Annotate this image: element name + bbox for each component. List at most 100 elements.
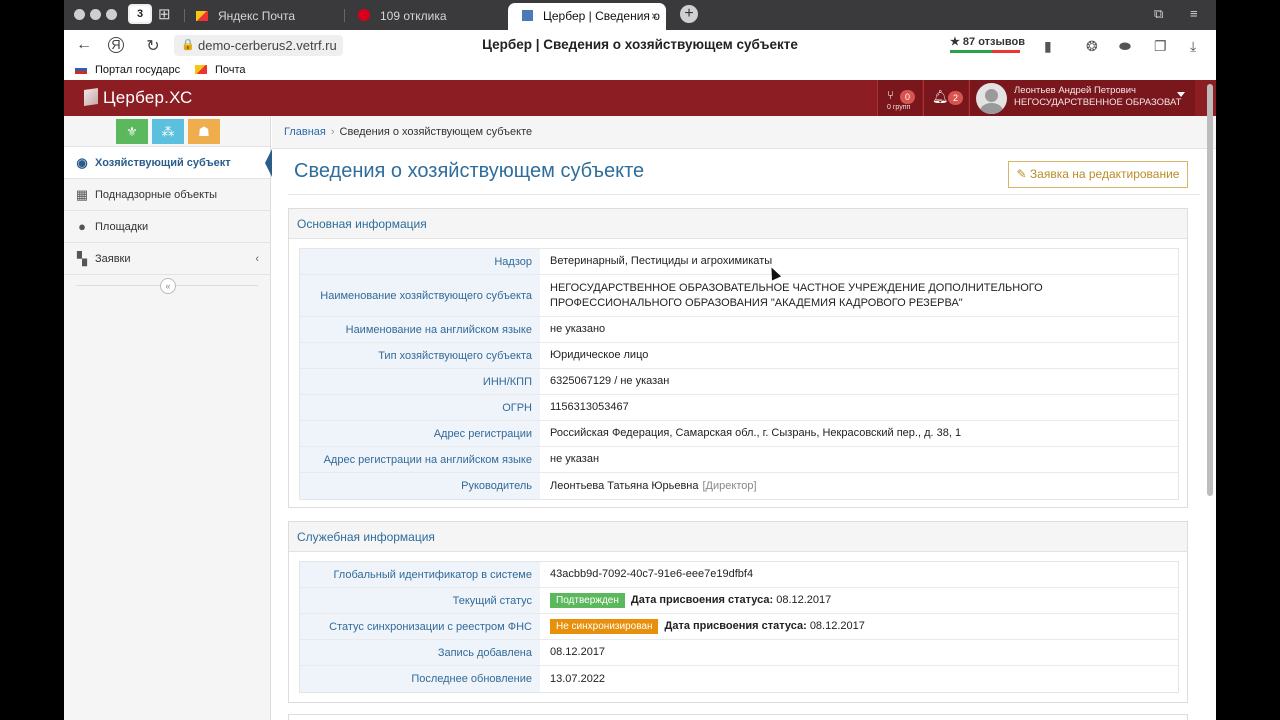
row-value: не указан <box>550 453 600 465</box>
sidebar-item-label: Хозяйствующий субъект <box>95 157 231 169</box>
row-value: Российская Федерация, Самарская обл., г.… <box>550 427 962 439</box>
row-label: Статус синхронизации с реестром ФНС <box>300 614 540 639</box>
status-date: Дата присвоения статуса: 08.12.2017 <box>631 593 831 608</box>
notifications-count-badge: 2 <box>948 91 964 105</box>
groups-button[interactable]: ⑂ 0 0 групп <box>877 80 922 116</box>
info-row: Адрес регистрации Российская Федерация, С… <box>300 421 1178 447</box>
info-row: Глобальный идентификатор в системе 43acbb… <box>300 562 1178 588</box>
info-row: Руководитель Леонтьева Татьяна Юрьевна [Ди… <box>300 473 1178 499</box>
bookmark-icon[interactable]: ▮ <box>1044 38 1052 55</box>
sync-date: Дата присвоения статуса: 08.12.2017 <box>664 619 864 634</box>
mail-icon <box>195 65 207 74</box>
sidebar-item-label: Поднадзорные объекты <box>95 189 218 201</box>
notifications-button[interactable]: 🔔︎ 2 <box>923 80 968 116</box>
bookmark-mail[interactable]: Почта <box>195 64 246 76</box>
status-date-label: Дата присвоения статуса: <box>630 594 774 606</box>
sidebar-shortcuts: ⚜ ⁂ ☗ <box>64 116 270 147</box>
url-text: demo-cerberus2.vetrf.ru <box>198 38 337 53</box>
info-row: Надзор Ветеринарный, Пестициды и агрохими… <box>300 249 1178 275</box>
extension-icon[interactable]: ❂ <box>1086 38 1098 55</box>
info-row: Текущий статус Подтвержден Дата присвоения… <box>300 588 1178 614</box>
tab-yandex-mail[interactable]: Яндекс Почта <box>182 3 342 30</box>
row-label: Текущий статус <box>300 588 540 613</box>
edit-icon: ✎ <box>1016 167 1030 181</box>
main-info-table: Надзор Ветеринарный, Пестициды и агрохими… <box>299 248 1179 500</box>
tab-label: Яндекс Почта <box>218 9 296 23</box>
user-name: Леонтьев Андрей Петрович <box>1014 85 1136 96</box>
sync-status-badge: Не синхронизирован <box>550 619 659 634</box>
bookmark-label: Портал государс <box>95 64 181 76</box>
window-maximize-dot[interactable] <box>106 9 117 20</box>
users-button[interactable]: ☗ <box>188 119 220 144</box>
main-content: Главная › Сведения о хозяйствующем субъект… <box>272 116 1216 720</box>
download-icon[interactable]: ⤓ <box>1190 38 1196 55</box>
row-value: НЕГОСУДАРСТВЕННОЕ ОБРАЗОВАТЕЛЬНОЕ ЧАСТНО… <box>550 281 1043 309</box>
edit-request-button[interactable]: ✎ Заявка на редактирование <box>1008 161 1188 188</box>
reviews-badge[interactable]: ★ 87 отзывов <box>950 35 1025 53</box>
breadcrumb: Главная › Сведения о хозяйствующем субъект… <box>272 116 1216 149</box>
browser-window: 3 ⊞ Яндекс Почта 109 отклика Цербер | Св… <box>64 0 1216 720</box>
shield-extension-icon[interactable]: ⬬ <box>1119 38 1131 55</box>
emblem-button[interactable]: ⚜ <box>116 119 148 144</box>
added-value: 08.12.2017 <box>550 646 606 658</box>
tab-cerberus[interactable]: Цербер | Сведения о × <box>508 3 666 30</box>
sidebar-item-sites[interactable]: ● Площадки <box>64 211 270 243</box>
cerberus-favicon-icon <box>522 10 533 21</box>
chevron-left-icon: ‹ <box>255 253 259 265</box>
breadcrumb-current: Сведения о хозяйствующем субъекте <box>339 126 533 138</box>
sidebar-collapse: « <box>64 275 270 297</box>
fork-icon: ⑂ <box>887 88 895 102</box>
row-label: Наименование на английском языке <box>300 317 540 342</box>
address-bar: ← Я ↻ 🔒 demo-cerberus2.vetrf.ru Цербер | … <box>64 30 1216 62</box>
add-folder-icon[interactable]: ⊞ <box>158 5 171 23</box>
reviews-bar <box>950 50 1020 53</box>
caret-down-icon <box>1177 92 1185 97</box>
info-row: ОГРН 1156313053467 <box>300 395 1178 421</box>
tabs-overview-icon[interactable]: ⧉ <box>1154 6 1163 22</box>
info-row: Тип хозяйствующего субъекта Юридическое л… <box>300 343 1178 369</box>
app-header: Цербер.ХС ⑂ 0 0 групп 🔔︎ 2 Леонтьев Андр… <box>64 80 1216 116</box>
row-label: Адрес регистрации <box>300 421 540 446</box>
tab-counter-icon[interactable]: 3 <box>128 4 152 24</box>
status-badge: Подтвержден <box>550 593 625 608</box>
collapse-sidebar-button[interactable]: « <box>160 278 176 294</box>
user-info: Леонтьев Андрей Петрович НЕГОСУДАРСТВЕНН… <box>1014 85 1181 109</box>
new-tab-button[interactable]: + <box>680 5 698 23</box>
sidebar-item-entity[interactable]: ◉ Хозяйствующий субъект <box>64 147 272 179</box>
guid-value: 43acbb9d-7092-40c7-91e6-eee7e19dfbf4 <box>550 568 754 580</box>
hh-favicon-icon <box>358 9 370 21</box>
row-label: ИНН/КПП <box>300 369 540 394</box>
row-label: Наименование хозяйствующего субъекта <box>300 275 540 316</box>
back-icon[interactable]: ← <box>74 36 94 54</box>
person-icon: ◉ <box>76 155 88 170</box>
url-field[interactable]: 🔒 demo-cerberus2.vetrf.ru <box>174 35 343 56</box>
tab-hh[interactable]: 109 отклика <box>344 3 504 30</box>
page-scrollbar[interactable] <box>1207 84 1213 496</box>
row-value: не указано <box>550 323 606 335</box>
sidebar: ⚜ ⁂ ☗ ◉ Хозяйствующий субъект ▦ Поднадзорн… <box>64 116 272 720</box>
row-value: Не синхронизирован Дата присвоения статус… <box>540 614 1178 639</box>
reload-icon[interactable]: ↻ <box>143 36 163 56</box>
building-icon: ▦ <box>75 187 89 202</box>
info-row: Статус синхронизации с реестром ФНС Не си… <box>300 614 1178 640</box>
app-logo[interactable]: Цербер.ХС <box>84 88 193 108</box>
bookmark-gosuslugi[interactable]: Портал государс <box>75 64 180 76</box>
info-row: Запись добавлена 08.12.2017 <box>300 640 1178 666</box>
groups-count-badge: 0 <box>900 90 916 104</box>
row-label: Тип хозяйствующего субъекта <box>300 343 540 368</box>
window-close-dot[interactable] <box>74 9 85 20</box>
user-menu[interactable]: Леонтьев Андрей Петрович НЕГОСУДАРСТВЕНН… <box>969 80 1195 116</box>
main-info-panel: Основная информация Надзор Ветеринарный, … <box>288 208 1188 508</box>
cubes-button[interactable]: ⁂ <box>152 119 184 144</box>
sidebar-item-objects[interactable]: ▦ Поднадзорные объекты <box>64 179 270 211</box>
yandex-icon[interactable]: Я <box>108 37 124 53</box>
next-panel-edge <box>288 714 1188 720</box>
collections-icon[interactable]: ❐ <box>1154 38 1167 55</box>
row-value: Подтвержден Дата присвоения статуса: 08.1… <box>540 588 1178 613</box>
menu-icon[interactable]: ≡ <box>1190 6 1198 21</box>
row-label: Глобальный идентификатор в системе <box>300 562 540 587</box>
window-minimize-dot[interactable] <box>90 9 101 20</box>
breadcrumb-home-link[interactable]: Главная <box>284 126 326 138</box>
sidebar-item-requests[interactable]: ▚ Заявки ‹ <box>64 243 270 275</box>
close-tab-icon[interactable]: × <box>651 3 658 30</box>
